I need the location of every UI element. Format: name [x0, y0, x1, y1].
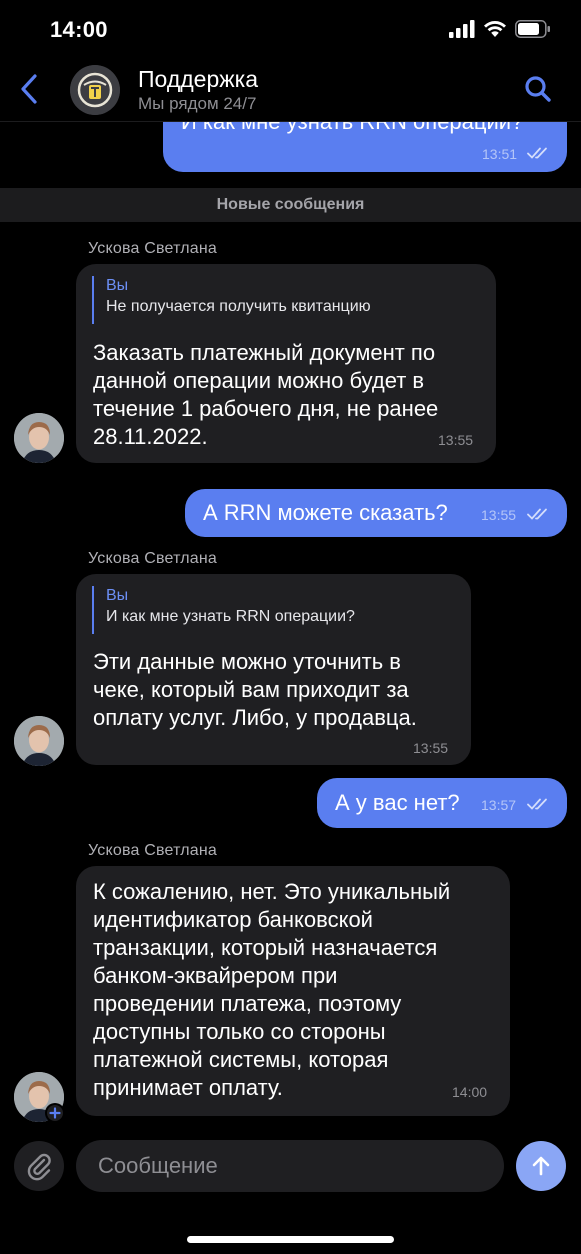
quote-author: Вы: [106, 587, 129, 604]
message-input[interactable]: Сообщение: [76, 1140, 504, 1192]
status-bar: 14:00: [0, 0, 581, 56]
search-icon: [525, 76, 551, 102]
chat-messages[interactable]: И как мне узнать RRN операции? 13:51 Нов…: [0, 122, 581, 1132]
message-line: Эти данные можно уточнить в: [93, 649, 401, 674]
agent-photo-icon: [14, 716, 64, 766]
chevron-left-icon: [21, 74, 37, 104]
status-icons: [449, 20, 551, 38]
quote-text: Не получается получить квитанцию: [106, 298, 371, 315]
new-messages-divider: Новые сообщения: [0, 188, 581, 222]
message-line: платежной системы, которая: [93, 1047, 389, 1072]
arrow-up-icon: [532, 1156, 550, 1176]
sender-name: Ускова Светлана: [88, 240, 218, 257]
chat-header: Поддержка Мы рядом 24/7: [0, 56, 581, 122]
message-time: 13:57: [481, 797, 517, 813]
message-line: проведении платежа, поэтому: [93, 991, 402, 1016]
chat-title: Поддержка: [138, 66, 258, 92]
message-time: 13:55: [481, 507, 517, 523]
message-text: А RRN можете сказать?: [203, 500, 448, 525]
status-time: 14:00: [50, 17, 108, 42]
paperclip-icon: [27, 1153, 51, 1181]
sender-name: Ускова Светлана: [88, 550, 218, 567]
attach-button[interactable]: [14, 1141, 64, 1191]
divider-label: Новые сообщения: [216, 196, 365, 213]
message-time: 13:55: [438, 432, 474, 448]
message-line: транзакции, который назначается: [93, 935, 438, 960]
reply-quote[interactable]: Вы Не получается получить квитанцию: [92, 276, 480, 324]
message-text: И как мне узнать RRN операции?: [181, 122, 523, 136]
outgoing-message[interactable]: А у вас нет? 13:57: [317, 778, 567, 828]
message-time: 14:00: [452, 1084, 488, 1100]
agent-avatar[interactable]: [14, 716, 64, 766]
message-text: Заказать платежный документ по данной оп…: [93, 339, 438, 451]
message-line: К сожалению, нет. Это уникальный: [93, 879, 451, 904]
bank-emblem-icon: [70, 65, 120, 115]
message-line: оплату услуг. Либо, у продавца.: [93, 705, 417, 730]
chat-subtitle: Мы рядом 24/7: [138, 94, 257, 113]
outgoing-message[interactable]: И как мне узнать RRN операции? 13:51: [163, 122, 567, 172]
outgoing-message[interactable]: А RRN можете сказать? 13:55: [185, 489, 567, 537]
message-text: К сожалению, нет. Это уникальный идентиф…: [93, 878, 450, 1102]
message-line: течение 1 рабочего дня, не ранее: [93, 396, 439, 421]
message-placeholder: Сообщение: [98, 1153, 218, 1178]
agent-avatar[interactable]: [14, 1072, 65, 1123]
message-line: принимает оплату.: [93, 1075, 283, 1100]
message-line: Заказать платежный документ по: [93, 340, 436, 365]
quote-text: И как мне узнать RRN операции?: [106, 608, 355, 625]
message-text: А у вас нет?: [335, 790, 460, 815]
support-avatar[interactable]: [70, 65, 120, 115]
plus-badge-icon: [45, 1103, 65, 1123]
quote-author: Вы: [106, 277, 129, 294]
message-time: 13:55: [413, 740, 449, 756]
message-time: 13:51: [482, 146, 518, 162]
message-line: чеке, который вам приходит за: [93, 677, 409, 702]
sender-name: Ускова Светлана: [88, 842, 218, 859]
agent-photo-icon: [14, 413, 64, 463]
wifi-icon: [484, 21, 506, 37]
double-check-icon: [527, 147, 547, 159]
incoming-message[interactable]: К сожалению, нет. Это уникальный идентиф…: [76, 866, 510, 1116]
message-line: доступны только со стороны: [93, 1019, 386, 1044]
composer: Сообщение: [0, 1138, 581, 1194]
double-check-icon: [527, 508, 547, 520]
message-line: данной операции можно будет в: [93, 368, 425, 393]
incoming-message[interactable]: Вы Не получается получить квитанцию Зака…: [76, 264, 496, 463]
agent-avatar[interactable]: [14, 413, 64, 463]
message-line: идентификатор банковской: [93, 907, 373, 932]
signal-icon: [449, 20, 475, 38]
message-line: 28.11.2022.: [93, 424, 208, 449]
back-button[interactable]: [14, 72, 44, 106]
message-text: Эти данные можно уточнить в чеке, которы…: [93, 648, 417, 732]
reply-quote[interactable]: Вы И как мне узнать RRN операции?: [92, 586, 455, 634]
battery-icon: [515, 20, 550, 38]
home-indicator[interactable]: [187, 1236, 394, 1243]
incoming-message[interactable]: Вы И как мне узнать RRN операции? Эти да…: [76, 574, 471, 765]
message-line: банком-эквайрером при: [93, 963, 338, 988]
send-button[interactable]: [516, 1141, 566, 1191]
double-check-icon: [527, 798, 547, 810]
search-button[interactable]: [523, 74, 553, 104]
